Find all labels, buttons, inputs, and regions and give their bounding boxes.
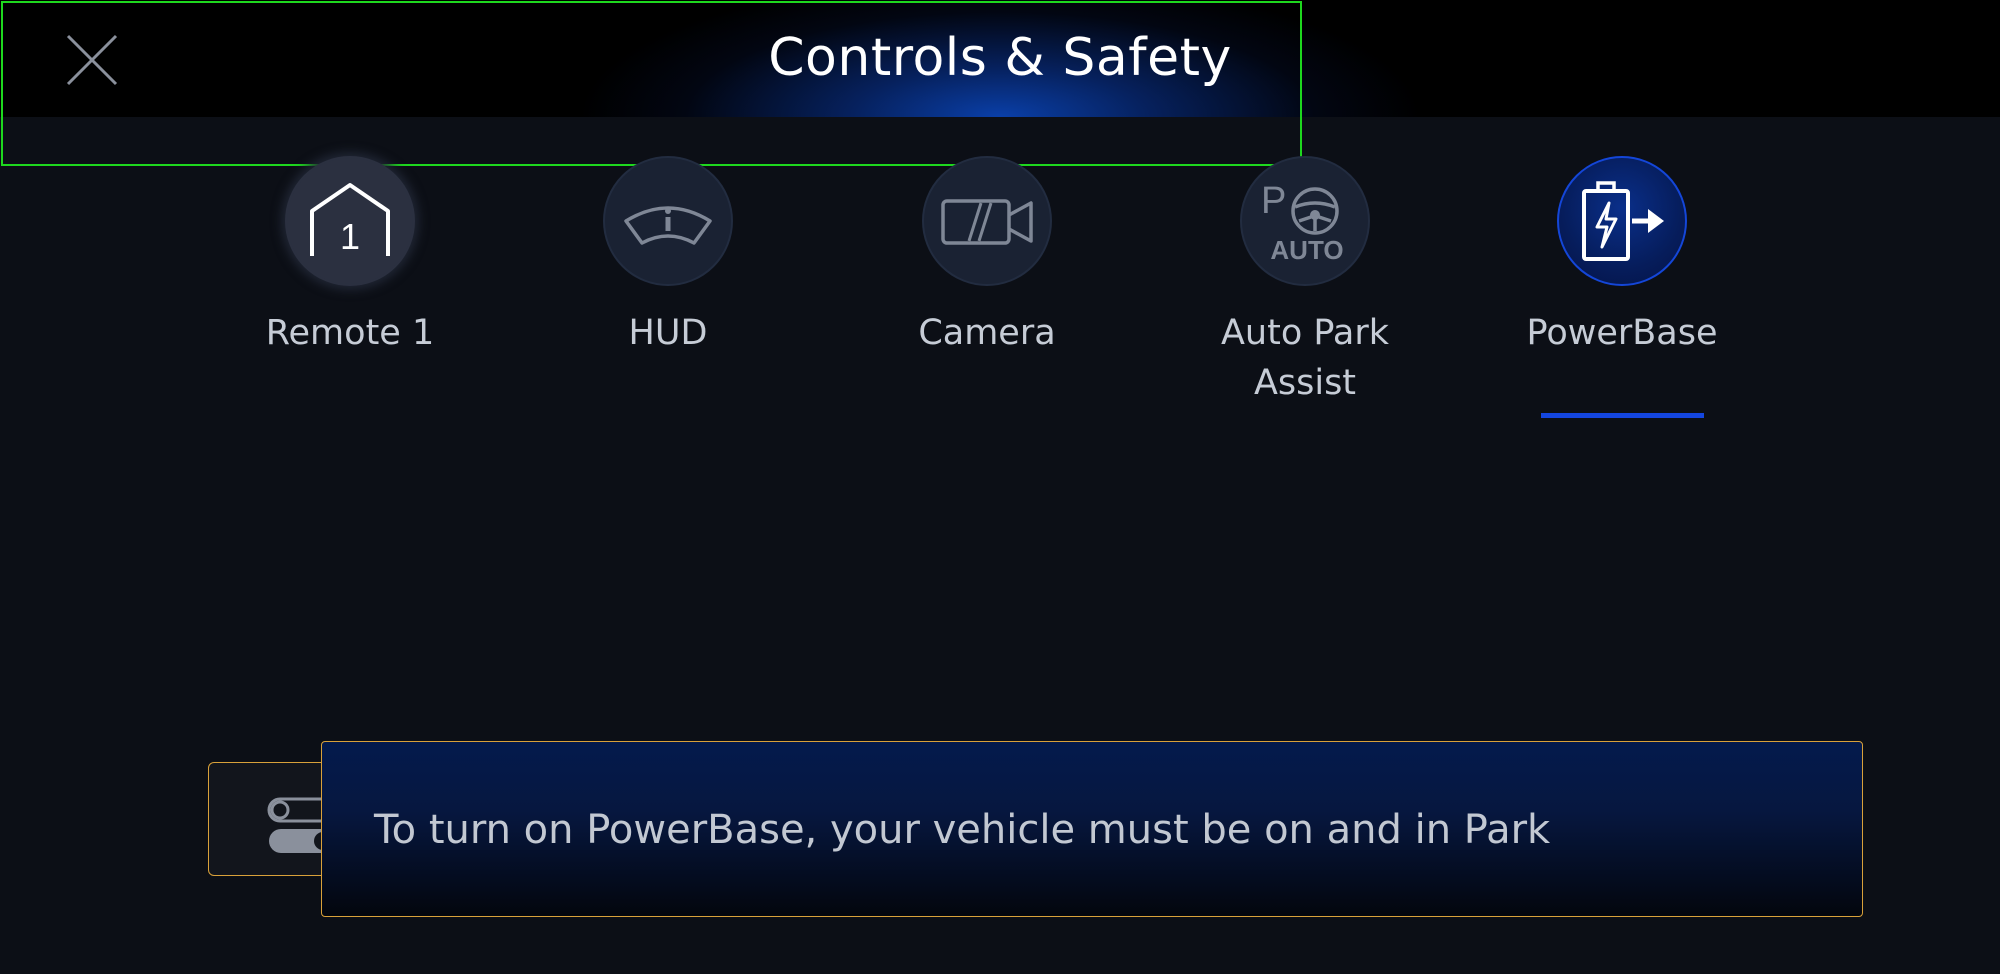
powerbase-toggle-card[interactable] — [208, 762, 328, 876]
tab-auto-park-assist[interactable]: P AUTO Auto Park Assist — [1195, 156, 1415, 408]
auto-text: AUTO — [1270, 235, 1343, 265]
tab-icon-camera — [922, 156, 1052, 286]
tab-powerbase[interactable]: PowerBase — [1512, 156, 1732, 358]
tab-label-remote-1: Remote 1 — [265, 313, 435, 353]
tab-icon-auto-park: P AUTO — [1240, 156, 1370, 286]
tab-hud[interactable]: HUD — [558, 156, 778, 358]
header-bar: Controls & Safety — [0, 0, 2000, 117]
close-icon — [66, 34, 118, 86]
tab-label-powerbase: PowerBase — [1526, 313, 1718, 353]
tab-icon-powerbase — [1557, 156, 1687, 286]
park-letter: P — [1261, 180, 1286, 222]
tab-remote-1[interactable]: 1 Remote 1 — [240, 156, 460, 358]
toggle-icon — [267, 797, 327, 853]
auto-park-icon: P AUTO — [1261, 180, 1344, 265]
page-title: Controls & Safety — [768, 28, 1232, 88]
camera-icon — [941, 199, 1033, 245]
controls-safety-screen: Controls & Safety 1 Remote 1 HUD Camera … — [0, 0, 2000, 974]
tab-label-camera: Camera — [918, 313, 1056, 353]
garage-remote-icon: 1 — [310, 183, 390, 257]
tab-icon-remote-1: 1 — [285, 156, 415, 286]
tab-label-auto-park-line1: Auto Park — [1220, 313, 1390, 353]
notice-message: To turn on PowerBase, your vehicle must … — [374, 807, 1551, 853]
tab-icon-hud — [603, 156, 733, 286]
tab-label-auto-park-line2: Assist — [1253, 363, 1357, 403]
windshield-info-icon — [624, 206, 712, 245]
tab-label-auto-park: Auto Park Assist — [1195, 308, 1415, 408]
remote-number: 1 — [340, 216, 360, 257]
close-button[interactable] — [62, 30, 122, 90]
powerbase-battery-icon — [1582, 181, 1664, 261]
tab-camera[interactable]: Camera — [877, 156, 1097, 358]
tab-label-hud: HUD — [628, 313, 708, 353]
notice-banner: To turn on PowerBase, your vehicle must … — [321, 741, 1863, 917]
active-tab-indicator — [1541, 413, 1704, 418]
